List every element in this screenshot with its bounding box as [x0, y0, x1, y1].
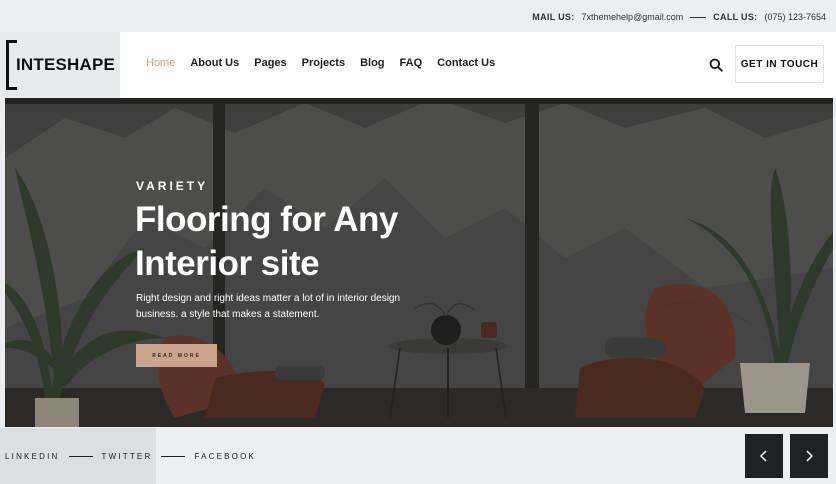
chevron-right-icon — [806, 450, 814, 462]
social-divider — [68, 456, 93, 457]
top-contact-bar: MAIL US: 7xthemehelp@gmail.com CALL US: … — [0, 0, 836, 32]
nav-item-projects[interactable]: Projects — [302, 57, 345, 69]
chevron-left-icon — [759, 450, 767, 462]
social-link-facebook[interactable]: FACEBOOK — [194, 452, 256, 461]
contact-info: MAIL US: 7xthemehelp@gmail.com CALL US: … — [532, 12, 826, 22]
slider-prev-button[interactable] — [745, 434, 783, 478]
mail-link[interactable]: 7xthemehelp@gmail.com — [582, 12, 684, 22]
contact-divider — [690, 16, 707, 18]
logo[interactable]: INTESHAPE — [0, 32, 120, 98]
hero-description-line-1: Right design and right ideas matter a lo… — [136, 293, 401, 304]
nav-item-about-us[interactable]: About Us — [190, 57, 239, 69]
mail-label: MAIL US: — [532, 12, 575, 22]
social-link-twitter[interactable]: TWITTER — [102, 452, 153, 461]
hero-slider: VARIETY Flooring for Any Interior site R… — [5, 98, 833, 427]
main-nav: Home About Us Pages Projects Blog FAQ Co… — [146, 57, 510, 69]
hero-description-line-2: business. a style that makes a statement… — [136, 309, 320, 320]
hero-description: Right design and right ideas matter a lo… — [136, 291, 406, 323]
phone-link[interactable]: (075) 123-7654 — [764, 12, 826, 22]
social-links: LINKEDIN TWITTER FACEBOOK — [5, 452, 256, 461]
nav-item-pages[interactable]: Pages — [254, 57, 286, 69]
hero-title: Flooring for Any Interior site — [135, 198, 455, 286]
nav-item-faq[interactable]: FAQ — [400, 57, 423, 69]
read-more-button[interactable]: READ MORE — [136, 344, 217, 367]
logo-text: INTESHAPE — [16, 55, 116, 74]
call-label: CALL US: — [713, 12, 758, 22]
site-header: INTESHAPE Home About Us Pages Projects B… — [0, 32, 836, 98]
hero-title-line-1: Flooring for Any — [135, 200, 398, 239]
nav-item-home[interactable]: Home — [146, 57, 175, 69]
social-divider — [161, 456, 186, 457]
hero-title-line-2: Interior site — [135, 244, 320, 283]
search-icon[interactable] — [709, 58, 723, 72]
social-link-linkedin[interactable]: LINKEDIN — [5, 452, 60, 461]
nav-item-blog[interactable]: Blog — [360, 57, 384, 69]
hero-eyebrow: VARIETY — [136, 179, 209, 193]
slider-next-button[interactable] — [790, 434, 828, 478]
get-in-touch-button[interactable]: GET IN TOUCH — [735, 45, 824, 83]
nav-item-contact-us[interactable]: Contact Us — [437, 57, 495, 69]
